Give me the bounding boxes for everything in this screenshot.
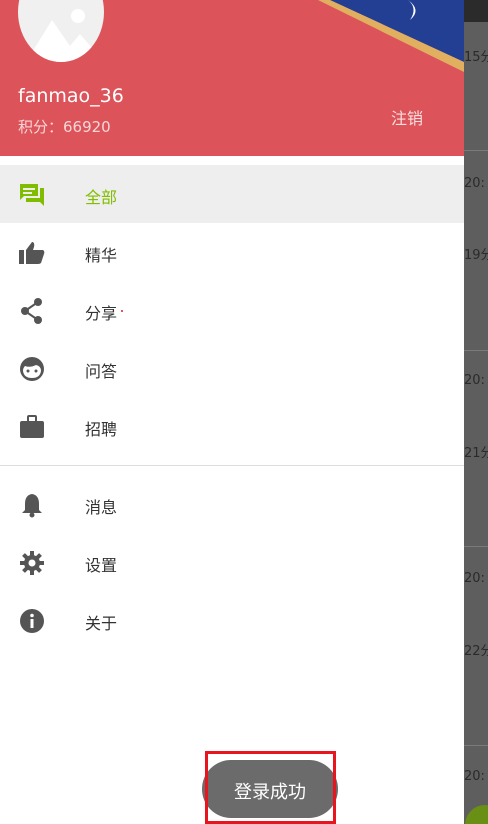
face-icon [20, 357, 44, 381]
list-item-time: 20: [464, 176, 485, 191]
chat-icon [20, 184, 44, 206]
logout-button[interactable]: 注销 [391, 105, 423, 129]
list-item-time: 15分 [464, 50, 488, 65]
menu-divider [0, 465, 464, 466]
list-item-time: 19分 [464, 248, 488, 263]
list-divider [464, 745, 488, 746]
menu-item-label: 设置 [85, 556, 118, 575]
menu-item-messages[interactable]: 消息 [0, 475, 464, 533]
menu-item-about[interactable]: 关于 [0, 591, 464, 649]
list-item-time: 20: [464, 571, 485, 586]
list-item-time: 20: [464, 373, 485, 388]
thumb-up-icon [19, 242, 45, 264]
list-divider [464, 546, 488, 547]
menu-item-share[interactable]: 分享 [0, 281, 464, 339]
menu-item-label: 招聘 [85, 420, 118, 439]
list-item-time: 20: [464, 769, 485, 784]
points-label: 积分：66920 [18, 118, 111, 136]
briefcase-icon [20, 415, 44, 438]
menu-item-all[interactable]: 全部 [0, 165, 464, 223]
menu-item-label: 问答 [85, 362, 118, 381]
menu-item-good[interactable]: 精华 [0, 223, 464, 281]
menu-item-label: 分享 [85, 304, 118, 323]
menu-item-ask[interactable]: 问答 [0, 339, 464, 397]
drawer-header: fanmao_36 积分：66920 注销 [0, 0, 464, 156]
list-item-time: 21分 [464, 446, 488, 461]
share-icon [21, 298, 42, 324]
menu-item-settings[interactable]: 设置 [0, 533, 464, 591]
list-item-time: 22分 [464, 644, 488, 659]
menu-item-label: 精华 [85, 246, 118, 265]
gear-icon [20, 551, 44, 575]
status-bar [464, 0, 488, 22]
bell-icon [22, 494, 42, 518]
menu-item-job[interactable]: 招聘 [0, 397, 464, 455]
list-divider [464, 350, 488, 351]
decoration-dot [121, 310, 123, 312]
menu-item-label: 全部 [85, 188, 118, 207]
username: fanmao_36 [18, 85, 124, 107]
menu-item-label: 关于 [85, 614, 118, 633]
menu-item-label: 消息 [85, 498, 118, 517]
list-divider [464, 150, 488, 151]
info-icon [20, 609, 44, 633]
highlight-frame [205, 751, 336, 824]
navigation-drawer: fanmao_36 积分：66920 注销 全部 精华 分享 问答 招聘 消息 … [0, 0, 464, 824]
background-list: 15分 20: 19分 20: 21分 20: 22分 20: [464, 0, 488, 824]
